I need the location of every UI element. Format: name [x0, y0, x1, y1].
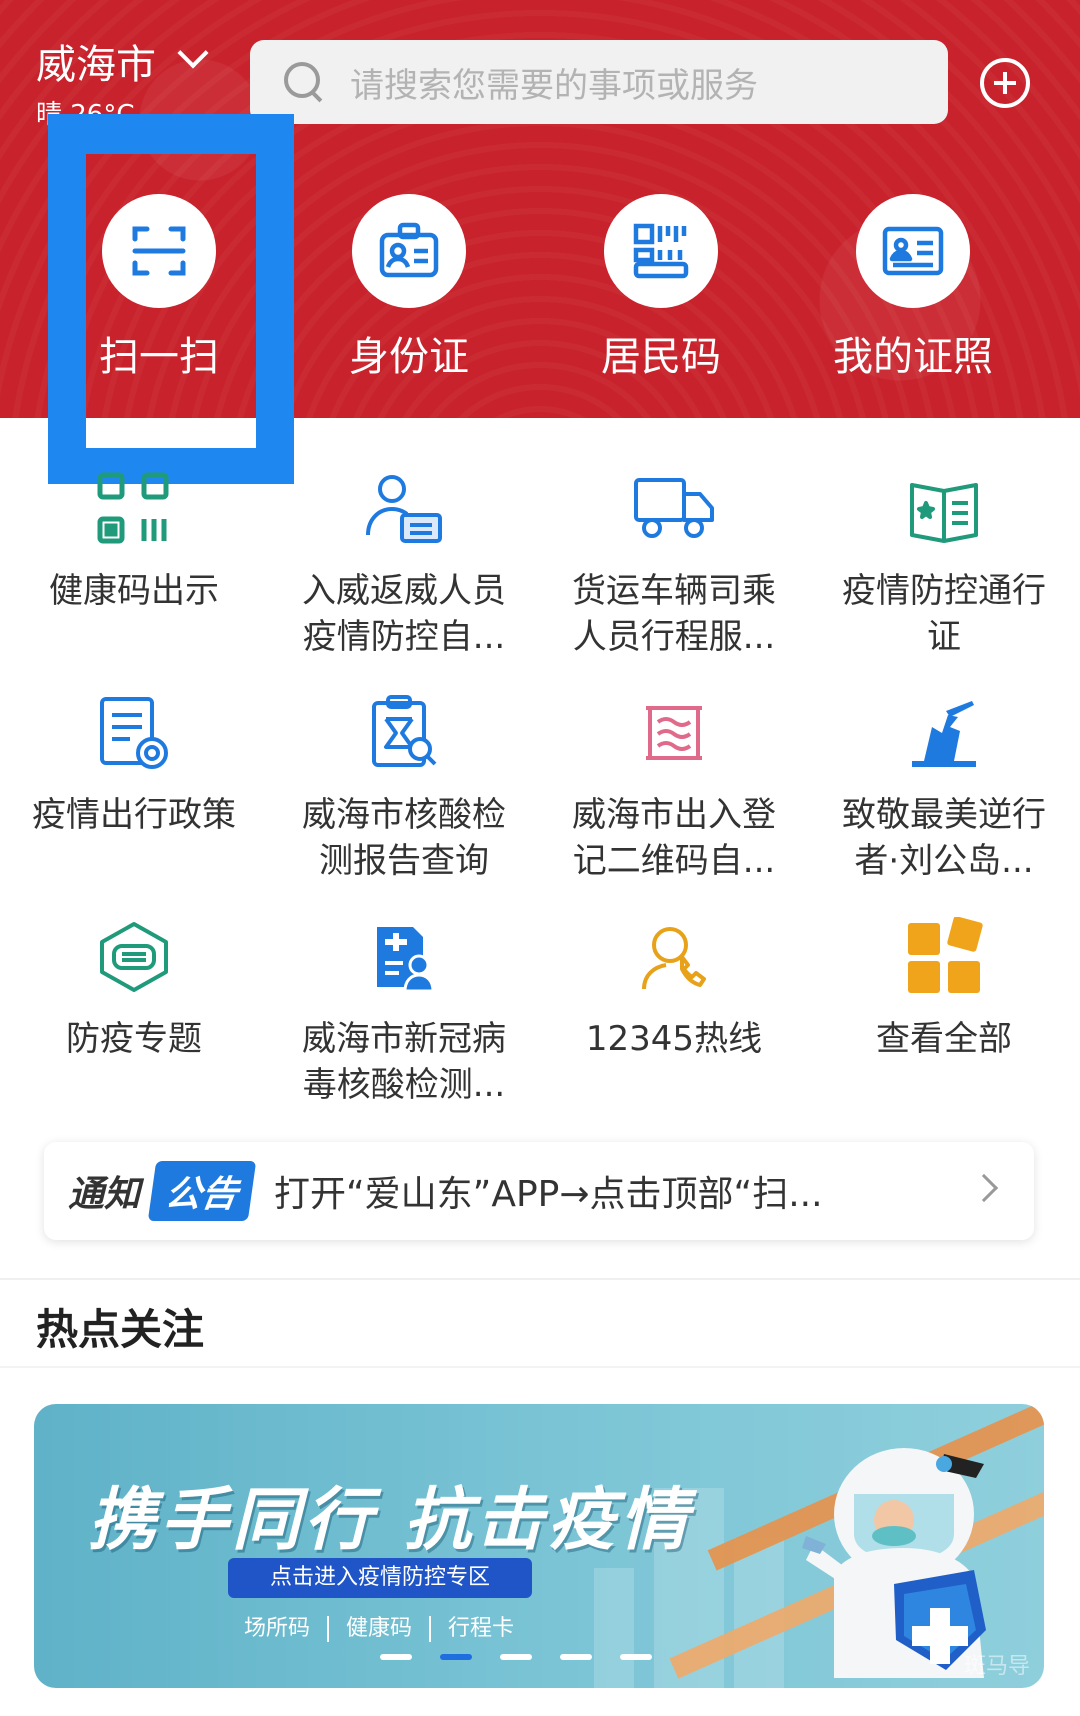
service-epidemic-topic[interactable]: 防疫专题	[4, 912, 264, 1062]
banner-slogan: 携手同行 抗击疫情	[88, 1481, 692, 1560]
service-epidemic-pass[interactable]: 疫情防控通行 证	[814, 464, 1074, 660]
service-view-all[interactable]: 查看全部	[814, 912, 1074, 1062]
section-divider	[0, 1278, 1080, 1280]
chevron-down-icon[interactable]	[177, 37, 209, 69]
quick-action-licenses[interactable]: 我的证照	[833, 194, 993, 380]
carousel-dot[interactable]	[380, 1654, 412, 1660]
service-tribute-liugong-island[interactable]: 致敬最美逆行 者·刘公岛...	[814, 688, 1074, 884]
service-travel-policy[interactable]: 疫情出行政策	[4, 688, 264, 838]
service-entry-return-personnel[interactable]: 入威返威人员 疫情防控自...	[274, 464, 534, 660]
pass-book-icon	[899, 464, 989, 554]
city-name[interactable]: 威海市	[36, 32, 156, 90]
resident-code-icon[interactable]	[604, 194, 718, 308]
medic-figure-icon	[802, 1448, 986, 1678]
service-label: 入威返威人员 疫情防控自...	[302, 571, 506, 657]
add-icon[interactable]	[980, 58, 1030, 108]
notice-bar[interactable]: 通知 公告 打开“爱山东”APP→点击顶部“扫...	[44, 1142, 1034, 1240]
register-icon	[629, 688, 719, 778]
banner-link-health-code[interactable]: 健康码	[346, 1616, 412, 1641]
service-label: 疫情防控通行 证	[842, 571, 1046, 657]
quick-action-label: 居民码	[601, 334, 721, 380]
quick-action-label: 我的证照	[833, 334, 993, 380]
hot-banner[interactable]: 携手同行 抗击疫情 点击进入疫情防控专区 场所码 健康码 行程卡 斑马导	[34, 1404, 1044, 1688]
carousel-dot[interactable]	[500, 1654, 532, 1660]
banner-links: 场所码 健康码 行程卡	[244, 1610, 514, 1642]
building-graphic	[594, 1568, 634, 1688]
report-search-icon	[359, 688, 449, 778]
service-health-code[interactable]: 健康码出示	[4, 464, 264, 614]
section-title: 热点关注	[36, 1305, 205, 1354]
notice-text[interactable]: 打开“爱山东”APP→点击顶部“扫...	[274, 1165, 823, 1217]
service-label: 12345热线	[585, 1019, 763, 1059]
truck-icon	[629, 464, 719, 554]
chevron-right-icon[interactable]	[969, 1173, 999, 1203]
carousel-dot[interactable]	[620, 1654, 652, 1660]
service-freight-vehicle[interactable]: 货运车辆司乘 人员行程服...	[544, 464, 804, 660]
service-nucleic-report-query[interactable]: 威海市核酸检 测报告查询	[274, 688, 534, 884]
notice-tag: 通知	[68, 1174, 141, 1215]
id-card-icon[interactable]	[352, 194, 466, 308]
person-card-icon	[359, 464, 449, 554]
epidemic-zone-button[interactable]: 点击进入疫情防控专区	[228, 1558, 532, 1598]
banner-link-travel-card[interactable]: 行程卡	[448, 1616, 514, 1641]
license-icon[interactable]	[856, 194, 970, 308]
health-code-icon	[89, 464, 179, 554]
hotline-icon	[629, 912, 719, 1002]
service-label: 疫情出行政策	[32, 795, 236, 835]
service-entry-exit-registration[interactable]: 威海市出入登 记二维码自...	[544, 688, 804, 884]
doctor-doc-icon	[359, 912, 449, 1002]
service-label: 货运车辆司乘 人员行程服...	[572, 571, 776, 657]
highlight-box	[48, 114, 294, 484]
section-divider	[0, 1366, 1080, 1368]
all-apps-icon	[899, 912, 989, 1002]
mask-icon	[89, 912, 179, 1002]
service-label: 查看全部	[876, 1019, 1012, 1059]
quick-action-label: 身份证	[349, 334, 469, 380]
service-12345-hotline[interactable]: 12345热线	[544, 912, 804, 1062]
carousel-indicator	[380, 1654, 652, 1660]
service-covid-nucleic-test[interactable]: 威海市新冠病 毒核酸检测...	[274, 912, 534, 1108]
monument-icon	[899, 688, 989, 778]
separator	[327, 1616, 330, 1642]
quick-action-id-card[interactable]: 身份证	[349, 194, 469, 380]
watermark: 斑马导	[963, 1654, 1030, 1679]
service-label: 健康码出示	[49, 571, 219, 611]
service-label: 防疫专题	[66, 1019, 202, 1059]
service-label: 威海市出入登 记二维码自...	[572, 795, 776, 881]
carousel-dot[interactable]	[560, 1654, 592, 1660]
search-icon	[284, 62, 324, 102]
policy-doc-icon	[89, 688, 179, 778]
search-bar[interactable]: 请搜索您需要的事项或服务	[250, 40, 948, 124]
separator	[429, 1616, 432, 1642]
service-label: 致敬最美逆行 者·刘公岛...	[842, 795, 1046, 881]
service-label: 威海市新冠病 毒核酸检测...	[302, 1019, 506, 1105]
announcement-tag: 公告	[147, 1161, 257, 1221]
carousel-dot-active[interactable]	[440, 1654, 472, 1660]
city-selector[interactable]: 威海市	[36, 32, 209, 90]
search-placeholder[interactable]: 请搜索您需要的事项或服务	[350, 58, 758, 107]
banner-link-venue-code[interactable]: 场所码	[244, 1616, 310, 1641]
service-label: 威海市核酸检 测报告查询	[302, 795, 506, 881]
quick-action-resident-code[interactable]: 居民码	[601, 194, 721, 380]
